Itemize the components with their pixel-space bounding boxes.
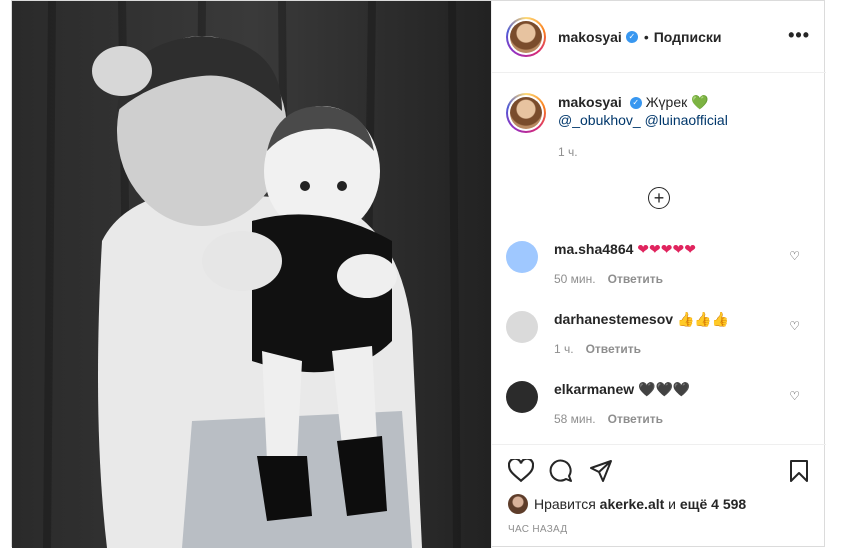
likes-middle: и	[668, 496, 676, 512]
post-caption: makosyai ✓ Жүрек 💚 @_obukhov_ @luinaoffi…	[506, 93, 812, 159]
comment-username[interactable]: ma.sha4864	[554, 241, 633, 257]
author-username[interactable]: makosyai	[558, 29, 622, 45]
author-avatar[interactable]	[506, 16, 546, 57]
caption-text: Жүрек	[645, 94, 688, 110]
comment-avatar[interactable]	[506, 311, 538, 343]
like-comment-icon[interactable]: ♡	[789, 249, 800, 263]
green-heart-emoji: 💚	[691, 94, 709, 110]
post-photo[interactable]	[12, 1, 491, 548]
reply-button[interactable]: Ответить	[608, 272, 663, 286]
post-timestamp: ЧАС НАЗАД	[508, 524, 568, 535]
liker-avatar[interactable]	[508, 494, 528, 514]
caption-avatar[interactable]	[506, 93, 546, 133]
comment-time: 1 ч.	[554, 342, 574, 356]
likes-prefix: Нравится	[534, 496, 596, 512]
comment-icon[interactable]	[548, 459, 574, 483]
reply-button[interactable]: Ответить	[586, 342, 641, 356]
comment-item: darhanestemesov 👍👍👍 1 ч. Ответить ♡	[506, 311, 812, 356]
mention-link[interactable]: @_obukhov_	[558, 112, 641, 128]
comment-text: 🖤🖤🖤	[638, 381, 691, 397]
post-side-panel: makosyai ✓ • Подписки ••• makosyai ✓ Жүр…	[491, 1, 826, 548]
comment-username[interactable]: darhanestemesov	[554, 311, 673, 327]
post-header: makosyai ✓ • Подписки •••	[492, 1, 826, 73]
comment-avatar[interactable]	[506, 381, 538, 413]
like-comment-icon[interactable]: ♡	[789, 389, 800, 403]
following-button[interactable]: Подписки	[654, 29, 722, 45]
comment-username[interactable]: elkarmanew	[554, 381, 634, 397]
more-options-icon[interactable]: •••	[788, 25, 810, 46]
load-more-comments-icon[interactable]: +	[648, 187, 670, 209]
mention-link[interactable]: @luinaofficial	[645, 112, 728, 128]
liker-username[interactable]: akerke.alt	[600, 496, 665, 512]
caption-time: 1 ч.	[558, 145, 578, 159]
likes-count-link[interactable]: ещё 4 598	[680, 496, 746, 512]
comment-item: ma.sha4864 ❤❤❤❤❤ 50 мин. Ответить ♡	[506, 241, 812, 286]
reply-button[interactable]: Ответить	[608, 412, 663, 426]
comment-text: ❤❤❤❤❤	[637, 241, 696, 257]
comment-time: 50 мин.	[554, 272, 596, 286]
comment-text: 👍👍👍	[676, 311, 730, 327]
photo-illustration	[12, 1, 491, 548]
save-bookmark-icon[interactable]	[788, 459, 810, 483]
comment-avatar[interactable]	[506, 241, 538, 273]
verified-icon: ✓	[629, 97, 642, 110]
likes-summary: Нравится akerke.alt и ещё 4 598	[508, 494, 746, 514]
separator-dot: •	[643, 28, 649, 45]
post-actions: Нравится akerke.alt и ещё 4 598 ЧАС НАЗА…	[492, 444, 826, 549]
like-icon[interactable]	[508, 459, 534, 483]
comment-time: 58 мин.	[554, 412, 596, 426]
share-icon[interactable]	[588, 459, 614, 483]
post-card: makosyai ✓ • Подписки ••• makosyai ✓ Жүр…	[11, 0, 826, 548]
comment-item: elkarmanew 🖤🖤🖤 58 мин. Ответить ♡	[506, 381, 812, 426]
like-comment-icon[interactable]: ♡	[789, 319, 800, 333]
caption-username[interactable]: makosyai	[558, 94, 622, 110]
verified-icon: ✓	[625, 30, 638, 43]
